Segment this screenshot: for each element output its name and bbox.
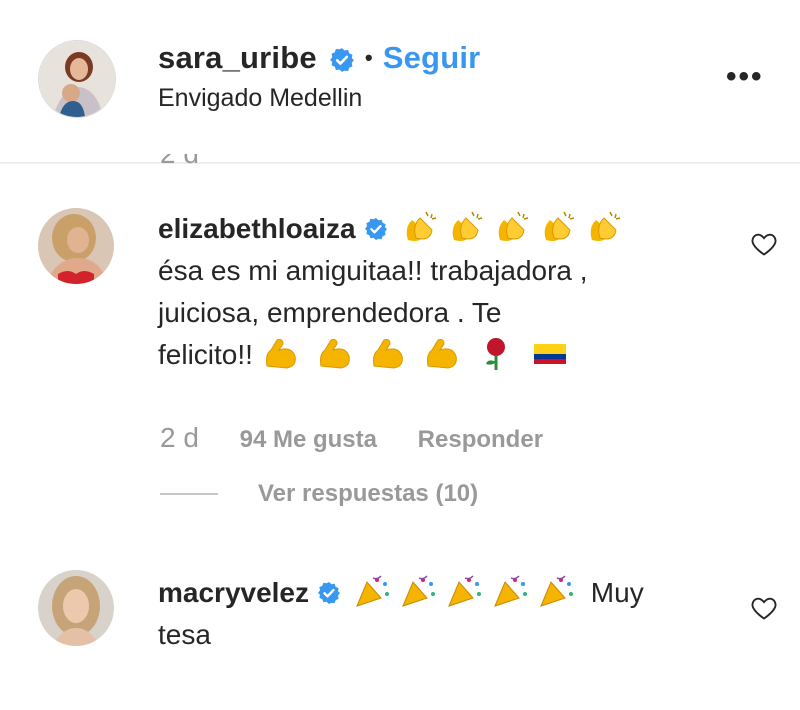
clap-emoji [544, 211, 574, 241]
comment-likes[interactable]: 94 Me gusta [240, 426, 377, 453]
clap-emoji-group [400, 211, 630, 244]
party-popper-emoji [402, 575, 436, 607]
follow-button[interactable]: Seguir [383, 40, 481, 76]
location-link[interactable]: Envigado Medellin [158, 84, 362, 113]
verified-badge-icon [364, 211, 388, 240]
flexed-bicep-emoji [265, 339, 296, 369]
party-popper-emoji [540, 575, 574, 607]
flexed-bicep-emoji [319, 339, 350, 369]
comment-body: macryvelez Muy tesa [158, 572, 718, 656]
party-popper-emoji [448, 575, 482, 607]
colombia-flag-emoji [533, 344, 566, 364]
comment-text-line: juiciosa, emprendedora . Te [158, 297, 502, 328]
post-header: sara_uribe • Seguir Envigado Medellin ••… [0, 0, 800, 164]
author-avatar[interactable] [38, 40, 116, 118]
more-options-icon[interactable]: ••• [726, 60, 764, 94]
comment-body: elizabethloaiza ésa es mi amiguitaa!! tr… [158, 208, 718, 376]
previous-comment-time: 2 d [160, 154, 199, 180]
author-name-row: sara_uribe • Seguir [158, 40, 480, 76]
party-popper-emoji [356, 575, 390, 607]
comment-time[interactable]: 2 d [160, 422, 199, 453]
like-comment-heart-icon[interactable] [750, 594, 778, 622]
separator-dot: • [364, 45, 373, 70]
like-comment-heart-icon[interactable] [750, 230, 778, 258]
verified-badge-icon [317, 575, 341, 604]
clap-emoji [406, 211, 436, 241]
clap-emoji [452, 211, 482, 241]
commenter-avatar[interactable] [38, 570, 114, 646]
end-emoji-group [261, 338, 576, 370]
reply-button[interactable]: Responder [418, 426, 543, 453]
comment-text-line: tesa [158, 619, 211, 650]
party-popper-emoji [494, 575, 528, 607]
clap-emoji [498, 211, 528, 241]
replies-divider [160, 493, 218, 495]
author-username[interactable]: sara_uribe [158, 40, 317, 76]
comment-text-line: Muy [590, 577, 644, 608]
flexed-bicep-emoji [373, 339, 404, 369]
comment-text-line: ésa es mi amiguitaa!! trabajadora , [158, 255, 588, 286]
view-replies[interactable]: Ver respuestas (10) [160, 480, 478, 508]
clap-emoji [590, 211, 620, 241]
flexed-bicep-emoji [427, 339, 457, 369]
comment-username[interactable]: elizabethloaiza [158, 213, 356, 244]
view-replies-label[interactable]: Ver respuestas (10) [258, 480, 478, 508]
commenter-avatar[interactable] [38, 208, 114, 284]
comment-username[interactable]: macryvelez [158, 577, 309, 608]
rose-emoji [485, 338, 505, 370]
verified-badge-icon [329, 45, 355, 72]
comment-meta: 2 d 94 Me gusta Responder [160, 422, 577, 454]
party-popper-emoji-group [353, 575, 583, 608]
comment-text-line: felicito!! [158, 339, 253, 370]
